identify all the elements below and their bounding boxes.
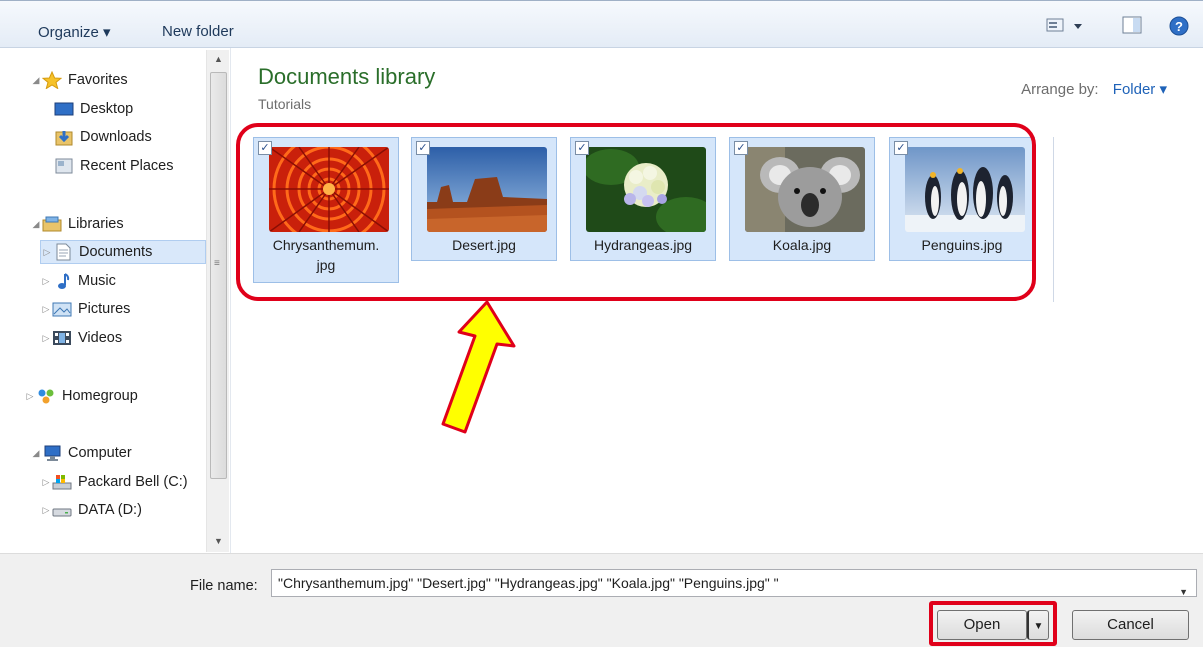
preview-pane-icon[interactable] — [1122, 15, 1144, 38]
nav-favorites[interactable]: ◢ Favorites — [30, 68, 128, 92]
expand-arrow-icon[interactable]: ▷ — [40, 304, 52, 315]
pictures-icon — [52, 302, 72, 317]
scrollbar-thumb[interactable]: ≡ — [210, 72, 227, 479]
nav-drive-c-label: Packard Bell (C:) — [78, 474, 188, 490]
grip-icon: ≡ — [214, 258, 220, 269]
file-name-label: File name: — [190, 578, 258, 594]
nav-downloads-label: Downloads — [80, 129, 152, 145]
arrange-by-dropdown[interactable]: Folder ▾ — [1113, 81, 1167, 98]
nav-videos[interactable]: ▷ Videos — [40, 326, 123, 350]
expand-arrow-icon[interactable]: ▷ — [40, 505, 52, 516]
nav-documents-label: Documents — [79, 244, 153, 260]
open-button-highlight-frame — [929, 601, 1057, 646]
library-subtitle: Tutorials — [258, 96, 312, 112]
collapse-arrow-icon[interactable]: ◢ — [30, 75, 42, 86]
expand-arrow-icon[interactable]: ▷ — [24, 391, 36, 402]
cancel-button[interactable]: Cancel — [1072, 610, 1189, 640]
nav-libraries[interactable]: ◢ Libraries — [30, 212, 124, 236]
command-bar: Organize ▾ New folder ? — [0, 0, 1203, 48]
nav-computer-label: Computer — [68, 445, 132, 461]
scroll-down-icon[interactable]: ▼ — [214, 536, 223, 546]
desktop-icon — [54, 102, 74, 116]
expand-arrow-icon[interactable]: ▷ — [40, 477, 52, 488]
nav-pictures[interactable]: ▷ Pictures — [40, 297, 131, 321]
nav-libraries-label: Libraries — [68, 216, 124, 232]
nav-pictures-label: Pictures — [78, 301, 131, 317]
navigation-pane: ◢ Favorites Desktop Downloads Recent Pla… — [0, 48, 231, 553]
homegroup-icon — [38, 389, 54, 404]
expand-arrow-icon[interactable]: ▷ — [40, 276, 52, 287]
nav-computer[interactable]: ◢ Computer — [30, 441, 132, 465]
expand-arrow-icon[interactable]: ▷ — [40, 333, 52, 344]
file-view: Documents library Tutorials Arrange by: … — [231, 48, 1203, 553]
nav-downloads[interactable]: Downloads — [54, 125, 152, 149]
computer-icon — [44, 445, 61, 461]
help-icon[interactable]: ? — [1168, 15, 1190, 40]
arrange-by-label: Arrange by: — [1021, 81, 1099, 98]
collapse-arrow-icon[interactable]: ◢ — [30, 219, 42, 230]
downloads-icon — [55, 131, 73, 146]
music-icon — [58, 273, 70, 289]
nav-favorites-label: Favorites — [68, 72, 128, 88]
recent-places-icon — [55, 158, 73, 174]
nav-drive-c[interactable]: ▷ Packard Bell (C:) — [40, 470, 188, 494]
nav-desktop-label: Desktop — [80, 101, 134, 117]
chevron-down-icon[interactable]: ▼ — [1179, 579, 1188, 596]
view-options-icon[interactable] — [1046, 15, 1086, 38]
scroll-up-icon[interactable]: ▲ — [214, 54, 223, 64]
nav-recent-places-label: Recent Places — [80, 158, 174, 174]
system-drive-icon — [52, 475, 72, 490]
new-folder-button[interactable]: New folder — [162, 23, 234, 40]
organize-button[interactable]: Organize ▾ — [38, 23, 111, 41]
file-tile-partial[interactable] — [1053, 137, 1194, 302]
file-name-input[interactable]: "Chrysanthemum.jpg" "Desert.jpg" "Hydran… — [271, 569, 1197, 597]
nav-music-label: Music — [78, 273, 116, 289]
documents-icon — [56, 243, 71, 261]
nav-recent-places[interactable]: Recent Places — [54, 154, 174, 178]
arrange-by: Arrange by: Folder ▾ — [1021, 80, 1167, 98]
file-name-value: "Chrysanthemum.jpg" "Desert.jpg" "Hydran… — [278, 575, 779, 591]
star-icon — [42, 71, 62, 89]
nav-videos-label: Videos — [78, 330, 123, 346]
collapse-arrow-icon[interactable]: ◢ — [30, 448, 42, 459]
expand-arrow-icon[interactable]: ▷ — [41, 247, 53, 258]
nav-desktop[interactable]: Desktop — [54, 97, 133, 121]
nav-drive-d-label: DATA (D:) — [78, 502, 142, 518]
navigation-scrollbar[interactable]: ▲ ≡ ▼ — [206, 50, 229, 552]
libraries-icon — [42, 216, 62, 232]
library-title: Documents library — [258, 64, 436, 89]
svg-text:?: ? — [1175, 19, 1183, 34]
callout-arrow-icon — [441, 300, 516, 434]
videos-icon — [53, 331, 71, 345]
nav-music[interactable]: ▷ Music — [40, 269, 116, 293]
nav-homegroup-label: Homegroup — [62, 388, 138, 404]
nav-homegroup[interactable]: ▷ Homegroup — [24, 384, 138, 408]
drive-icon — [52, 508, 72, 517]
nav-documents[interactable]: ▷ Documents — [40, 240, 206, 264]
nav-drive-d[interactable]: ▷ DATA (D:) — [40, 498, 142, 522]
selection-highlight-frame — [236, 123, 1036, 301]
